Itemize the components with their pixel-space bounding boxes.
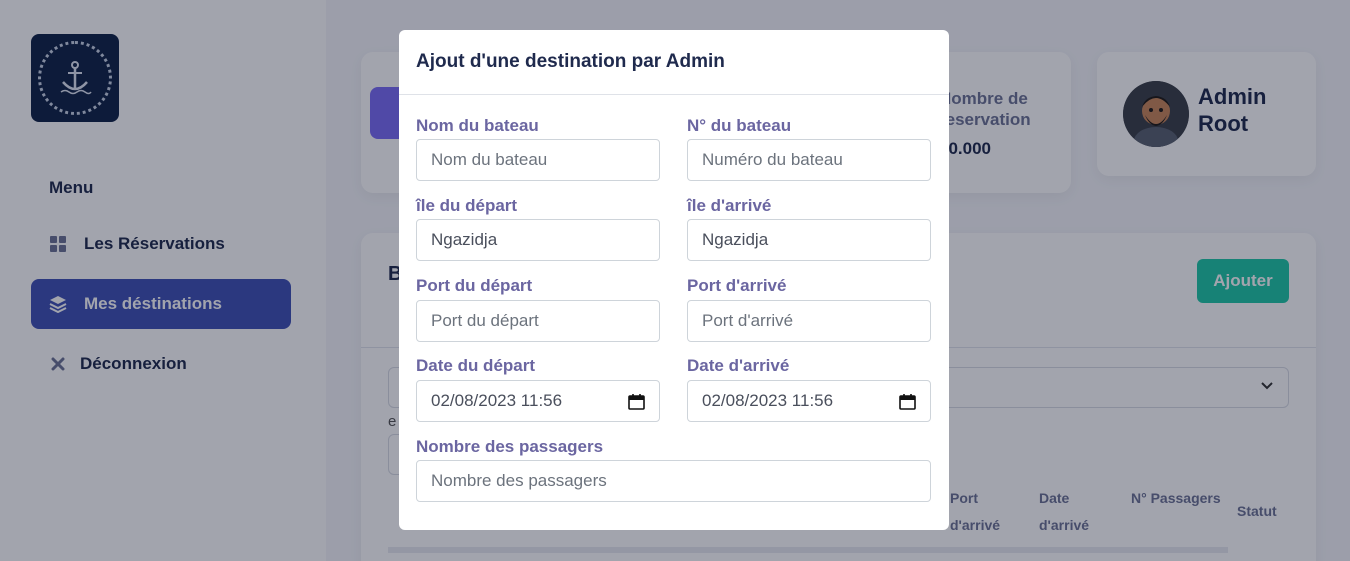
modal-title: Ajout d'une destination par Admin: [416, 51, 725, 72]
calendar-icon[interactable]: [899, 393, 916, 415]
add-destination-modal: Ajout d'une destination par Admin Nom du…: [399, 30, 949, 530]
boat-number-label: N° du bateau: [687, 116, 792, 135]
departure-island-label: île du départ: [416, 196, 518, 215]
arrival-date-value: 02/08/2023 11:56: [702, 391, 834, 410]
modal-divider: [399, 94, 949, 95]
passengers-input[interactable]: Nombre des passagers: [416, 460, 931, 502]
arrival-date-input[interactable]: 02/08/2023 11:56: [687, 380, 931, 422]
boat-number-input[interactable]: Numéro du bateau: [687, 139, 931, 181]
passengers-label: Nombre des passagers: [416, 437, 604, 456]
arrival-island-select[interactable]: Ngazidja: [687, 219, 931, 261]
arrival-island-label: île d'arrivé: [687, 196, 772, 215]
calendar-icon[interactable]: [628, 393, 645, 415]
departure-date-value: 02/08/2023 11:56: [431, 391, 563, 410]
arrival-date-label: Date d'arrivé: [687, 356, 790, 375]
departure-port-input[interactable]: Port du départ: [416, 300, 660, 342]
departure-date-input[interactable]: 02/08/2023 11:56: [416, 380, 660, 422]
departure-port-label: Port du départ: [416, 276, 533, 295]
arrival-port-label: Port d'arrivé: [687, 276, 787, 295]
arrival-port-input[interactable]: Port d'arrivé: [687, 300, 931, 342]
departure-date-label: Date du départ: [416, 356, 536, 375]
boat-name-label: Nom du bateau: [416, 116, 539, 135]
departure-island-select[interactable]: Ngazidja: [416, 219, 660, 261]
boat-name-input[interactable]: Nom du bateau: [416, 139, 660, 181]
